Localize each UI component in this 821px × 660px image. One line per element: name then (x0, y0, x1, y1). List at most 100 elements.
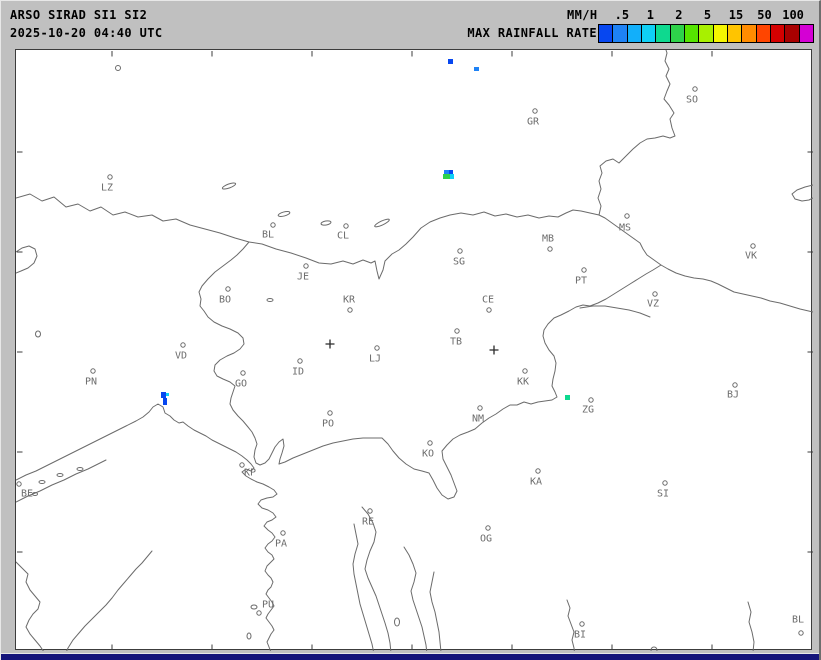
city-label: KK (517, 377, 529, 388)
radar-site-cross (490, 346, 499, 355)
city-label: KO (422, 449, 434, 460)
lake (36, 331, 41, 337)
country-border (598, 50, 675, 215)
city-label: OG (480, 534, 492, 545)
radar-site-cross (326, 340, 335, 349)
city-label: PU (262, 600, 274, 611)
scale-cell (728, 25, 741, 42)
city-marker (625, 214, 629, 218)
scale-cell (757, 25, 770, 42)
city-label: BO (219, 295, 231, 306)
city-marker (428, 441, 432, 445)
city-marker (226, 287, 230, 291)
city-marker (589, 398, 593, 402)
lake (222, 182, 237, 191)
island-outline (404, 547, 427, 651)
city-label: MS (619, 223, 631, 234)
coastline (16, 246, 37, 273)
city-marker (455, 329, 459, 333)
city-label: GR (527, 117, 540, 128)
city-marker (368, 509, 372, 513)
city-marker (298, 359, 302, 363)
legend-tick-label: 50 (757, 8, 771, 22)
city-label: PN (85, 377, 97, 388)
city-marker (523, 369, 527, 373)
city-label: CL (337, 231, 349, 242)
city-label: KR (343, 295, 356, 306)
city-marker (91, 369, 95, 373)
city-label: BL (792, 615, 804, 626)
city-label: MB (542, 234, 554, 245)
city-marker (733, 383, 737, 387)
rain-echo (448, 59, 453, 64)
rain-echo (565, 395, 570, 400)
scale-cell (771, 25, 784, 42)
rain-echo-layer (161, 59, 570, 405)
islet (77, 468, 83, 471)
country-border (580, 306, 650, 317)
city-marker (536, 469, 540, 473)
city-marker (533, 109, 537, 113)
app-title: ARSO SIRAD SI1 SI2 (10, 8, 147, 22)
islet (651, 647, 657, 651)
map-frame-ticks (17, 51, 813, 650)
legend-tick-label: 2 (675, 8, 682, 22)
city-label: PT (575, 276, 587, 287)
city-label: SG (453, 257, 465, 268)
islet (57, 474, 63, 477)
rain-echo (443, 174, 450, 179)
city-marker (271, 223, 275, 227)
scale-cell (642, 25, 655, 42)
rainfall-color-scale (598, 24, 814, 43)
timestamp: 2025-10-20 04:40 UTC (10, 26, 163, 40)
city-marker (799, 631, 803, 635)
coastline (64, 551, 152, 651)
coastline (748, 602, 754, 651)
city-marker (548, 247, 552, 251)
city-label: BJ (727, 390, 739, 401)
islet (251, 605, 257, 609)
city-marker (241, 371, 245, 375)
rain-echo (166, 393, 169, 396)
city-marker (751, 244, 755, 248)
scale-cell (613, 25, 626, 42)
coastline (567, 600, 575, 651)
city-label: SO (686, 95, 698, 106)
map-canvas: LZSOGRBLCLMSMBVKSGJEPTBOKRCEVZVDTBLJIDPN… (16, 50, 813, 651)
city-marker (458, 249, 462, 253)
radar-map: LZSOGRBLCLMSMBVKSGJEPTBOKRCEVZVDTBLJIDPN… (15, 49, 812, 650)
scale-cell (599, 25, 612, 42)
country-border (16, 194, 599, 279)
scale-cell (685, 25, 698, 42)
city-marker (375, 346, 379, 350)
city-label: TB (450, 337, 462, 348)
city-label: RE (362, 517, 374, 528)
scale-cell (656, 25, 669, 42)
islet (247, 633, 251, 639)
islet (39, 481, 45, 484)
city-label: LJ (369, 354, 381, 365)
islet (395, 618, 400, 626)
legend-tick-label: 1 (647, 8, 654, 22)
coastline (16, 562, 46, 651)
rain-echo (474, 67, 479, 71)
city-label: BI (574, 630, 586, 641)
legend-tick-label: 100 (782, 8, 804, 22)
scale-cell (800, 25, 813, 42)
city-label: NM (472, 414, 484, 425)
city-label: PA (275, 539, 287, 550)
rain-echo (449, 170, 453, 174)
city-marker (328, 411, 332, 415)
coastlines (16, 246, 754, 651)
city-marker (653, 292, 657, 296)
scale-cell (742, 25, 755, 42)
city-marker (580, 622, 584, 626)
legend-tick-label: 5 (704, 8, 711, 22)
island-outline (430, 572, 441, 651)
city-label: LZ (101, 183, 113, 194)
lake (116, 66, 121, 71)
lake (374, 218, 390, 228)
scale-cell (699, 25, 712, 42)
city-marker (257, 611, 261, 615)
lake (321, 220, 332, 226)
